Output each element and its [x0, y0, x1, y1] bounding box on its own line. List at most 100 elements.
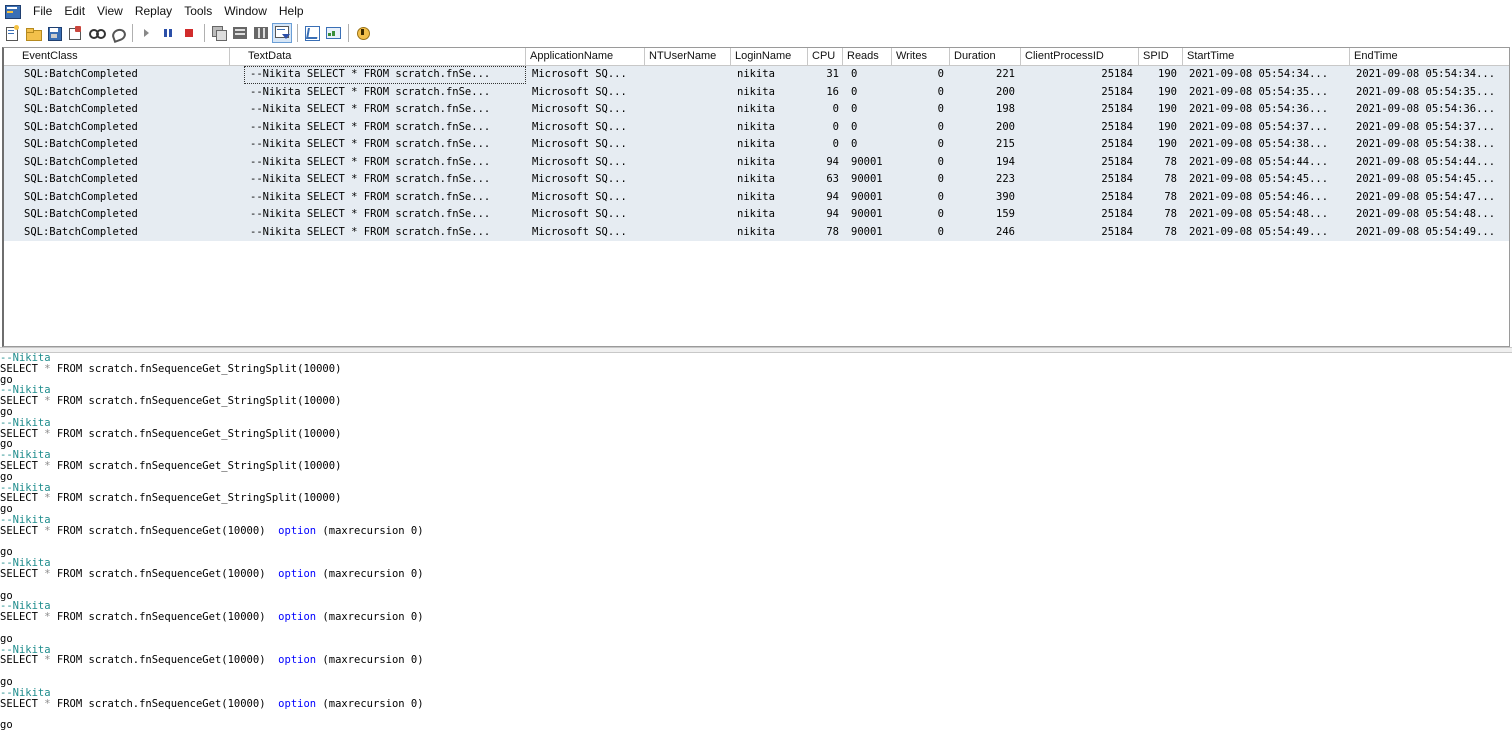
column-header-clientprocessid[interactable]: ClientProcessID [1021, 48, 1139, 65]
column-header-spid[interactable]: SPID [1139, 48, 1183, 65]
open-button[interactable] [23, 23, 43, 43]
cell-nt [645, 206, 731, 224]
cell-text: --Nikita SELECT * FROM scratch.fnSe... [250, 190, 491, 203]
cell-spid: 78 [1164, 173, 1177, 185]
menu-file[interactable]: File [27, 4, 58, 18]
cell-app: Microsoft SQ... [532, 85, 627, 98]
menu-help[interactable]: Help [273, 4, 310, 18]
cell-text: --Nikita SELECT * FROM scratch.fnSe... [250, 103, 491, 115]
cell-duration: 159 [996, 208, 1015, 220]
grid-header: EventClass TextData ApplicationName NTUserN… [4, 48, 1509, 66]
cell-login: nikita [737, 190, 775, 203]
help-icon [355, 25, 371, 41]
cell-app: Microsoft SQ... [532, 190, 627, 203]
column-header-ntusername[interactable]: NTUserName [645, 48, 731, 65]
code-token: option [278, 654, 317, 667]
cell-cpu: 31 [826, 68, 839, 80]
column-header-applicationname[interactable]: ApplicationName [526, 48, 645, 65]
code-token: SELECT [0, 697, 45, 710]
cell-spid: 78 [1164, 225, 1177, 238]
table-row[interactable]: SQL:BatchCompleted --Nikita SELECT * FROM… [4, 153, 1509, 171]
cell-start: 2021-09-08 05:54:34... [1189, 68, 1329, 80]
table-row[interactable]: SQL:BatchCompleted --Nikita SELECT * FROM… [4, 223, 1509, 241]
cell-event: SQL:BatchCompleted [24, 208, 138, 220]
cell-cpu: 63 [826, 173, 839, 185]
column-header-writes[interactable]: Writes [892, 48, 950, 65]
help-button[interactable] [353, 23, 373, 43]
table-row[interactable]: SQL:BatchCompleted --Nikita SELECT * FROM… [4, 206, 1509, 224]
properties-button[interactable] [65, 23, 85, 43]
grid-button[interactable] [230, 23, 250, 43]
table-row[interactable]: SQL:BatchCompleted --Nikita SELECT * FROM… [4, 118, 1509, 136]
code-token: FROM scratch.fnSequenceGet_StringSplit(1… [50, 395, 342, 408]
save-button[interactable] [44, 23, 64, 43]
cell-cpid: 25184 [1101, 208, 1133, 220]
table-row[interactable]: SQL:BatchCompleted --Nikita SELECT * FROM… [4, 171, 1509, 189]
column-header-reads[interactable]: Reads [843, 48, 892, 65]
code-line: SELECT * FROM scratch.fnSequenceGet(1000… [0, 655, 1512, 666]
cell-cpu: 94 [826, 190, 839, 203]
textdata-pane[interactable]: --Nikita SELECT * FROM scratch.fnSequence… [0, 353, 1512, 738]
table-row[interactable]: SQL:BatchCompleted --Nikita SELECT * FROM… [4, 136, 1509, 154]
column-header-eventclass[interactable]: EventClass [18, 48, 230, 65]
cell-login: nikita [737, 68, 775, 80]
code-line: go [0, 590, 1512, 602]
menu-replay[interactable]: Replay [129, 4, 178, 18]
menu-tools[interactable]: Tools [178, 4, 218, 18]
code-line: go [0, 547, 1512, 558]
table-row[interactable]: SQL:BatchCompleted --Nikita SELECT * FROM… [4, 83, 1509, 101]
table-row[interactable]: SQL:BatchCompleted --Nikita SELECT * FROM… [4, 66, 1509, 84]
code-token: (maxrecursion 0) [316, 611, 424, 624]
table-row[interactable]: SQL:BatchCompleted --Nikita SELECT * FROM… [4, 188, 1509, 206]
clear-button[interactable] [107, 23, 128, 44]
window-button[interactable] [209, 23, 229, 43]
cell-cpu: 0 [832, 138, 839, 150]
cell-duration: 246 [996, 225, 1015, 238]
cell-end: 2021-09-08 05:54:38... [1356, 138, 1496, 150]
code-token: option [278, 567, 317, 580]
monitor-icon [325, 25, 341, 41]
code-token: SELECT [0, 524, 45, 537]
performance-button[interactable] [302, 23, 322, 43]
open-icon [25, 25, 42, 41]
trace-grid[interactable]: EventClass TextData ApplicationName NTUserN… [2, 47, 1510, 347]
monitor-button[interactable] [323, 23, 343, 43]
save-icon [46, 25, 62, 41]
menu-view[interactable]: View [91, 4, 129, 18]
cell-cpu: 94 [826, 208, 839, 220]
cell-login: nikita [737, 85, 775, 98]
menu-edit[interactable]: Edit [58, 4, 91, 18]
column-header-starttime[interactable]: StartTime [1183, 48, 1350, 65]
stop-button[interactable] [179, 23, 199, 43]
cell-end: 2021-09-08 05:54:47... [1356, 190, 1496, 203]
menu-window[interactable]: Window [218, 4, 273, 18]
cell-event: SQL:BatchCompleted [24, 190, 138, 203]
cell-event: SQL:BatchCompleted [24, 155, 138, 168]
column-header-duration[interactable]: Duration [950, 48, 1021, 65]
cell-cpid: 25184 [1101, 225, 1133, 238]
cell-duration: 215 [996, 138, 1015, 150]
cell-end: 2021-09-08 05:54:37... [1356, 120, 1496, 133]
cell-text: --Nikita SELECT * FROM scratch.fnSe... [244, 66, 526, 84]
column-header-endtime[interactable]: EndTime [1350, 48, 1509, 65]
pause-button[interactable] [158, 23, 178, 43]
column-header-loginname[interactable]: LoginName [731, 48, 808, 65]
run-button[interactable] [137, 23, 157, 43]
find-button[interactable] [86, 23, 106, 43]
clear-icon [109, 25, 128, 44]
code-token: (maxrecursion 0) [316, 697, 424, 710]
cell-cpid: 25184 [1101, 85, 1133, 98]
autoscroll-button[interactable] [272, 23, 292, 43]
cell-event: SQL:BatchCompleted [24, 138, 138, 150]
columns-button[interactable] [251, 23, 271, 43]
cell-app: Microsoft SQ... [532, 138, 627, 150]
table-row[interactable]: SQL:BatchCompleted --Nikita SELECT * FROM… [4, 101, 1509, 119]
column-header-cpu[interactable]: CPU [808, 48, 843, 65]
column-header-textdata[interactable]: TextData [244, 48, 526, 65]
code-line: SELECT * FROM scratch.fnSequenceGet_Stri… [0, 461, 1512, 472]
profiler-app-icon[interactable] [5, 4, 21, 19]
cell-spid: 78 [1164, 208, 1177, 220]
code-token: FROM scratch.fnSequenceGet_StringSplit(1… [50, 427, 342, 440]
cell-spid: 190 [1158, 68, 1177, 80]
new-trace-button[interactable] [2, 23, 22, 43]
